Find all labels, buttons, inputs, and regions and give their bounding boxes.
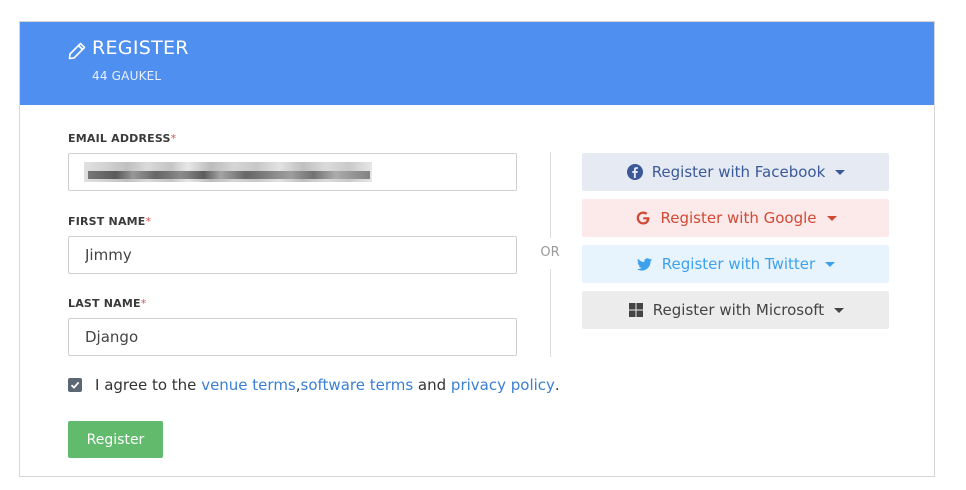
register-facebook-button[interactable]: Register with Facebook xyxy=(582,153,889,191)
register-twitter-button[interactable]: Register with Twitter xyxy=(582,245,889,283)
last-name-field[interactable] xyxy=(68,318,517,356)
microsoft-label: Register with Microsoft xyxy=(652,301,825,319)
first-name-label: FIRST NAME* xyxy=(68,215,152,228)
register-microsoft-button[interactable]: Register with Microsoft xyxy=(582,291,889,329)
google-label: Register with Google xyxy=(660,209,817,227)
checkmark-icon xyxy=(70,381,80,389)
twitter-label: Register with Twitter xyxy=(661,255,816,273)
page-title: REGISTER xyxy=(92,37,189,59)
venue-terms-link[interactable]: venue terms xyxy=(201,376,296,394)
last-name-label: LAST NAME* xyxy=(68,297,147,310)
required-marker: * xyxy=(170,132,177,145)
agree-suffix: . xyxy=(554,376,560,394)
facebook-label: Register with Facebook xyxy=(651,163,826,181)
divider-line-bottom xyxy=(550,269,551,357)
agree-checkbox[interactable] xyxy=(68,378,82,392)
terms-agreement: I agree to the venue terms , software te… xyxy=(68,376,560,394)
caret-down-icon xyxy=(835,169,846,175)
divider-line-top xyxy=(550,152,551,238)
agree-prefix: I agree to the xyxy=(95,376,202,394)
venue-subtitle: 44 GAUKEL xyxy=(92,69,162,83)
register-button[interactable]: Register xyxy=(68,421,163,458)
required-marker: * xyxy=(140,297,147,310)
first-name-field[interactable] xyxy=(68,236,517,274)
pencil-icon xyxy=(68,42,86,60)
email-label: EMAIL ADDRESS* xyxy=(68,132,177,145)
caret-down-icon xyxy=(825,261,836,267)
facebook-icon xyxy=(626,164,643,180)
software-terms-link[interactable]: software terms xyxy=(301,376,414,394)
google-icon xyxy=(637,211,650,225)
caret-down-icon xyxy=(834,307,845,313)
agree-and: and xyxy=(413,376,451,394)
email-field[interactable] xyxy=(68,153,517,191)
twitter-icon xyxy=(636,258,652,271)
register-card: REGISTER 44 GAUKEL EMAIL ADDRESS* FIRST … xyxy=(19,21,935,477)
privacy-policy-link[interactable]: privacy policy xyxy=(451,376,555,394)
redacted-email-value xyxy=(84,162,372,182)
or-divider-text: OR xyxy=(540,245,560,260)
card-header: REGISTER 44 GAUKEL xyxy=(20,22,934,105)
register-google-button[interactable]: Register with Google xyxy=(582,199,889,237)
required-marker: * xyxy=(145,215,152,228)
caret-down-icon xyxy=(826,215,837,221)
windows-icon xyxy=(628,303,643,317)
